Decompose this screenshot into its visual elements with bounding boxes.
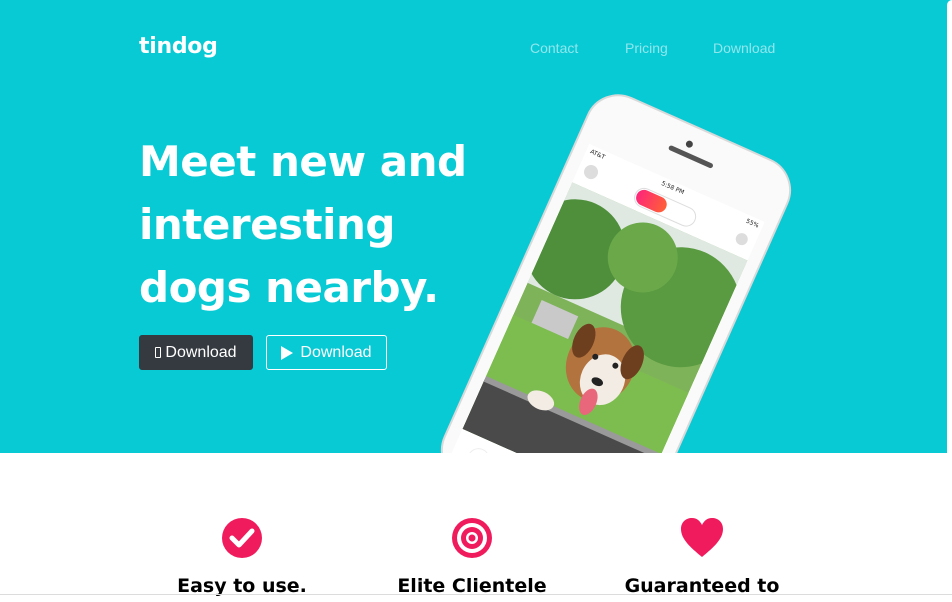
nav-link-download[interactable]: Download	[713, 40, 775, 56]
google-play-download-button[interactable]: Download	[266, 335, 387, 370]
download-button-label: Download	[300, 343, 372, 361]
features-section: Easy to use. Elite Clientele Guaranteed …	[0, 453, 952, 602]
bullseye-icon	[451, 517, 493, 559]
headline-line: interesting	[139, 200, 396, 249]
hero-headline: Meet new and interesting dogs nearby.	[139, 130, 519, 319]
brand-logo[interactable]: tindog	[139, 34, 218, 59]
nav-link-contact[interactable]: Contact	[530, 40, 578, 56]
phone-camera	[684, 139, 694, 149]
hero-section: tindog Contact Pricing Download Meet new…	[0, 0, 952, 453]
heart-icon	[680, 517, 723, 559]
nav-link-pricing[interactable]: Pricing	[625, 40, 668, 56]
chat-icon	[733, 231, 750, 248]
google-play-icon	[281, 345, 294, 360]
undo-icon: ↺	[464, 444, 494, 453]
phone-speaker	[667, 144, 714, 169]
viewport-bottom-edge	[0, 594, 952, 595]
download-button-label: Download	[165, 343, 237, 361]
flame-icon	[633, 187, 670, 215]
profile-icon	[581, 162, 601, 182]
check-circle-icon	[221, 517, 263, 559]
apple-icon	[155, 347, 162, 358]
headline-line: Meet new and	[139, 137, 467, 186]
window-edge	[947, 0, 952, 453]
apple-download-button[interactable]: Download	[139, 335, 253, 370]
headline-line: dogs nearby.	[139, 263, 439, 312]
